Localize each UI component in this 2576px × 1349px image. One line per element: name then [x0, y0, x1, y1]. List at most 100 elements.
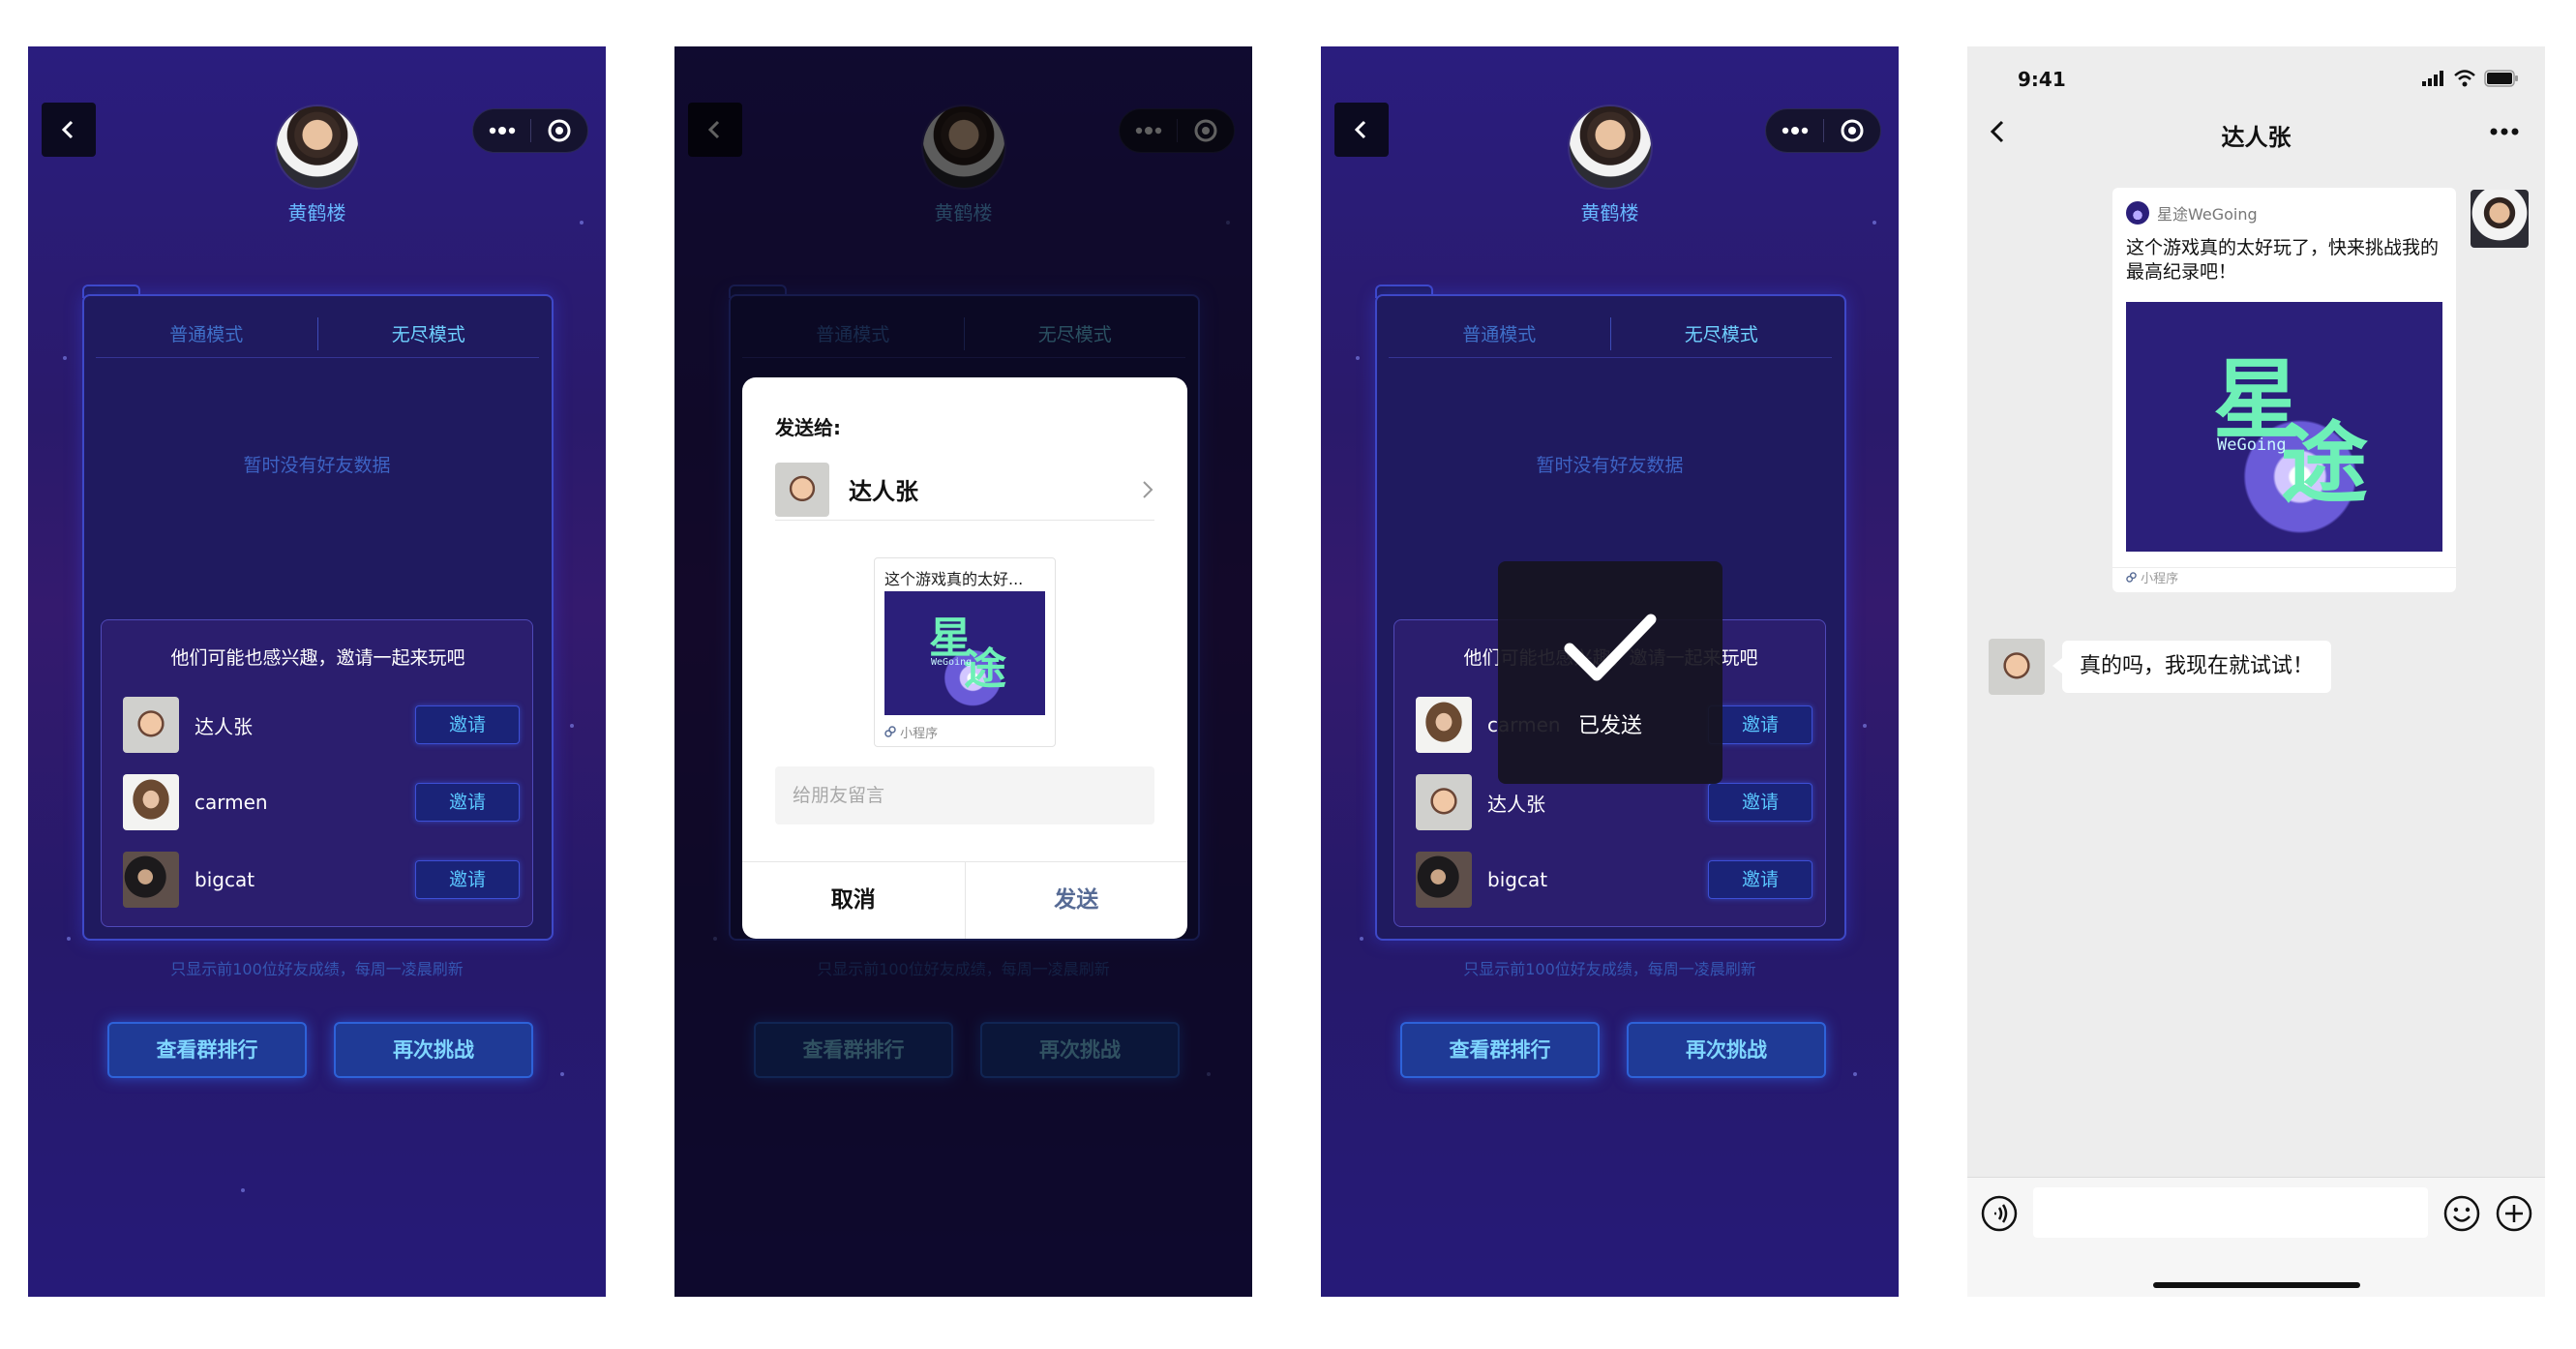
card-text: 这个游戏真的太好玩了，快来挑战我的最高纪录吧！: [2126, 237, 2440, 283]
cover-subtitle: WeGoing: [2217, 435, 2287, 455]
capsule-menu: [472, 108, 588, 153]
more-button[interactable]: [473, 126, 530, 135]
screen-chat: 9:41 达人张 星途WeGoing 这个游戏真的太好玩了，快来挑战我的最高纪录…: [1967, 46, 2545, 1297]
star-decoration: [1863, 724, 1867, 728]
link-icon: [884, 726, 896, 737]
target-circle-icon: [548, 119, 571, 142]
group-rank-button[interactable]: 查看群排行: [107, 1022, 307, 1078]
message-bubble: 真的吗，我现在就试试！: [2052, 641, 2332, 693]
chat-input-bar: [1967, 1177, 2545, 1297]
mode-tabs: 普通模式 无尽模式: [96, 315, 539, 358]
friend-avatar: [1416, 774, 1472, 830]
battery-icon: [2484, 70, 2518, 87]
screen-friend-rank: 黄鹤楼 普通模式 无尽模式 暂时没有好友数据 他们可能也感兴趣，邀请一起来玩吧 …: [28, 46, 606, 1297]
friend-avatar: [1416, 852, 1472, 908]
tag-label: 小程序: [900, 727, 939, 741]
friend-avatar: [1416, 697, 1472, 753]
plus-icon[interactable]: [2496, 1195, 2532, 1232]
friend-avatar[interactable]: [1989, 639, 2045, 695]
retry-button[interactable]: 再次挑战: [334, 1022, 533, 1078]
star-decoration: [560, 1072, 564, 1076]
empty-state-text: 暂时没有好友数据: [1536, 455, 1684, 476]
invite-button[interactable]: 邀请: [1708, 783, 1812, 822]
chevron-right-icon: [1143, 480, 1153, 498]
invite-button[interactable]: 邀请: [415, 783, 520, 822]
invite-button[interactable]: 邀请: [1708, 860, 1812, 899]
more-dots-icon: [1782, 127, 1808, 135]
group-rank-button[interactable]: 查看群排行: [1400, 1022, 1600, 1078]
emoji-icon[interactable]: [2443, 1195, 2480, 1232]
chat-title: 达人张: [2221, 124, 2291, 151]
star-decoration: [1356, 356, 1360, 360]
status-icons: [2422, 70, 2519, 87]
sent-toast: 已发送: [1498, 561, 1722, 784]
toast-text: 已发送: [1577, 714, 1642, 738]
star-decoration: [63, 356, 67, 360]
card-text: 这个游戏真的太好...: [884, 570, 1024, 588]
mini-program-message-card[interactable]: 星途WeGoing 这个游戏真的太好玩了，快来挑战我的最高纪录吧！ 星 途 We…: [2112, 188, 2456, 592]
home-indicator: [2153, 1282, 2360, 1288]
friend-avatar: [123, 774, 179, 830]
tab-endless-mode[interactable]: 无尽模式: [318, 315, 540, 357]
star-decoration: [1360, 937, 1363, 941]
tab-endless-mode[interactable]: 无尽模式: [1611, 315, 1833, 357]
capsule-menu: [1765, 108, 1881, 153]
user-avatar: [275, 105, 360, 190]
back-button[interactable]: [42, 103, 96, 157]
invite-button[interactable]: 邀请: [415, 705, 520, 744]
mode-tabs: 普通模式 无尽模式: [1389, 315, 1832, 358]
send-button[interactable]: 发送: [966, 862, 1188, 939]
friend-avatar: [123, 697, 179, 753]
star-decoration: [241, 1188, 245, 1192]
close-miniprogram-button[interactable]: [531, 118, 587, 143]
link-icon: [2126, 572, 2137, 583]
invite-button[interactable]: 邀请: [1708, 705, 1812, 744]
card-app-info: 星途WeGoing: [2126, 201, 2258, 225]
list-item: 达人张 邀请: [123, 696, 520, 754]
status-time: 9:41: [2018, 68, 2066, 91]
app-logo: [2126, 201, 2149, 225]
close-miniprogram-button[interactable]: [1824, 118, 1880, 143]
chat-header: 达人张: [1967, 103, 2545, 161]
mini-program-tag: 小程序: [2112, 567, 2456, 592]
friend-name: bigcat: [195, 868, 255, 891]
cover-title-2: 途: [2281, 413, 2368, 515]
user-name: 黄鹤楼: [1580, 201, 1639, 225]
cover-subtitle: WeGoing: [931, 657, 973, 668]
retry-button[interactable]: 再次挑战: [1627, 1022, 1826, 1078]
mini-program-tag: 小程序: [884, 723, 938, 741]
more-dots-icon[interactable]: [2490, 128, 2519, 135]
list-item: carmen 邀请: [123, 773, 520, 831]
star-decoration: [67, 937, 71, 941]
chevron-left-icon: [61, 120, 74, 139]
friend-name: 达人张: [195, 714, 253, 738]
star-decoration: [1853, 1072, 1857, 1076]
screen-sent-toast: 黄鹤楼 普通模式 无尽模式 暂时没有好友数据 他们可能也感兴趣，邀请一起来玩吧 …: [1321, 46, 1899, 1297]
voice-icon[interactable]: [1981, 1195, 2018, 1232]
friend-name: carmen: [195, 791, 268, 814]
star-decoration: [570, 724, 574, 728]
tab-normal-mode[interactable]: 普通模式: [1389, 315, 1610, 357]
game-cover-image: 星 途 WeGoing: [884, 591, 1045, 715]
target-circle-icon: [1841, 119, 1864, 142]
recipient-row[interactable]: 达人张: [775, 462, 1154, 521]
friend-avatar: [123, 852, 179, 908]
my-avatar[interactable]: [2471, 190, 2529, 248]
message-input[interactable]: 给朋友留言: [775, 766, 1154, 824]
card-app-name: 星途WeGoing: [2157, 205, 2258, 224]
screen-share-dialog: 黄鹤楼 普通模式 无尽模式 只显示前100位好友成绩，每周一凌晨刷新 查看群排行…: [674, 46, 1252, 1297]
more-button[interactable]: [1766, 126, 1823, 135]
more-dots-icon: [489, 127, 515, 135]
tab-normal-mode[interactable]: 普通模式: [96, 315, 317, 357]
message-input[interactable]: [2033, 1187, 2428, 1238]
wifi-icon: [2454, 70, 2475, 87]
cancel-button[interactable]: 取消: [742, 862, 966, 939]
dialog-buttons: 取消 发送: [742, 861, 1187, 939]
list-item: bigcat 邀请: [1416, 851, 1812, 909]
footnote: 只显示前100位好友成绩，每周一凌晨刷新: [1463, 960, 1756, 978]
friend-name: bigcat: [1487, 868, 1548, 891]
checkmark-icon: [1564, 614, 1657, 681]
share-dialog: 发送给: 达人张 这个游戏真的太好... 星 途 WeGoing 小程序 给朋友…: [742, 377, 1187, 939]
back-button[interactable]: [1334, 103, 1389, 157]
invite-button[interactable]: 邀请: [415, 860, 520, 899]
